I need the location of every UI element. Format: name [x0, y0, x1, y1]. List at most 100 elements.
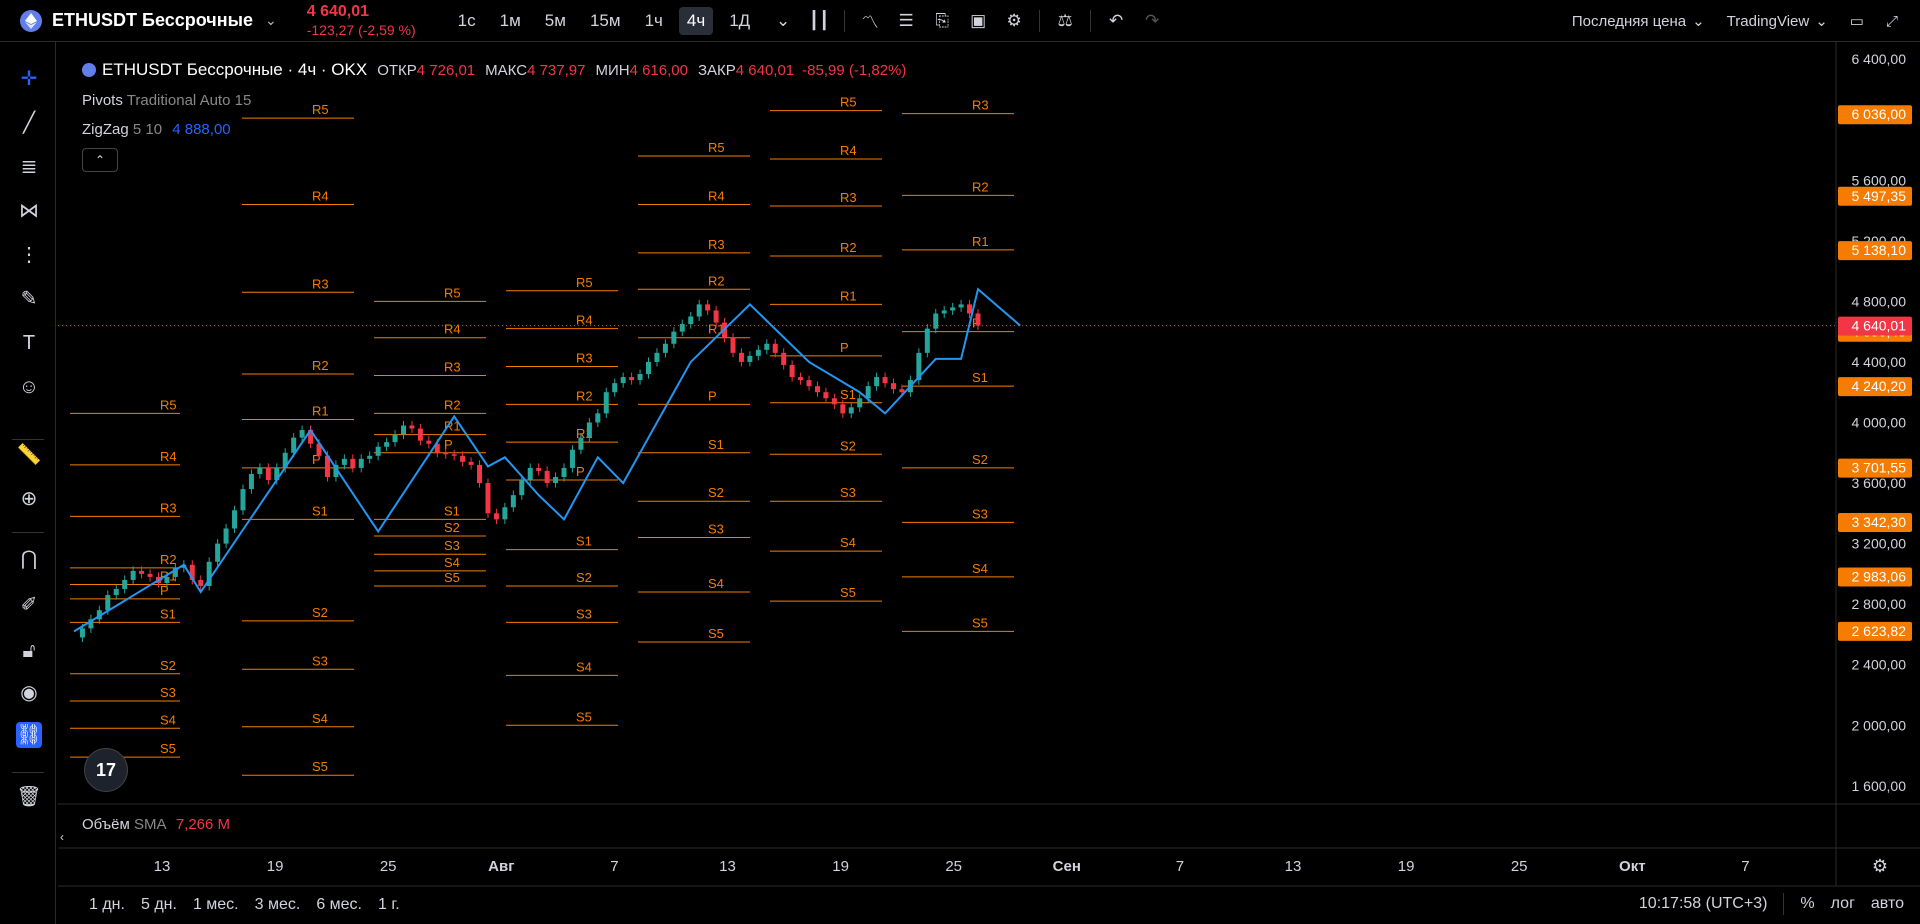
candle-body — [350, 458, 356, 468]
pivot-label-R3: R3 — [840, 190, 857, 205]
link-icon[interactable]: ⛓ — [16, 722, 42, 748]
lock-icon[interactable]: 🔓︎ — [16, 638, 42, 664]
volume-legend[interactable]: Объём SMA 7,266 M — [82, 816, 230, 833]
candle-body — [950, 307, 956, 311]
candle-body — [232, 510, 238, 529]
ruler-icon[interactable]: 📏 — [16, 442, 42, 468]
pivots-indicator[interactable]: Pivots Traditional Auto 15 — [82, 92, 251, 109]
undo-icon[interactable]: ↶ — [1105, 11, 1127, 31]
range-2[interactable]: 1 мес. — [193, 896, 239, 914]
candle-body — [612, 383, 618, 393]
clock[interactable]: 10:17:58 (UTC+3) — [1639, 895, 1768, 913]
fib-icon[interactable]: ≣ — [16, 154, 42, 180]
timeframe-5[interactable]: 4ч — [678, 6, 714, 35]
broker-select[interactable]: TradingView — [1727, 13, 1810, 30]
price-marker-label: 6 036,00 — [1852, 106, 1907, 122]
candle-body — [147, 573, 153, 577]
forecast-icon[interactable]: ⋮ — [16, 242, 42, 268]
candle-body — [578, 437, 584, 450]
timeframe-6[interactable]: 1Д — [721, 7, 758, 35]
pivot-label-R2: R2 — [312, 358, 329, 373]
brush-icon[interactable]: ✎ — [16, 286, 42, 312]
draw-mode-icon[interactable]: ✐ — [16, 592, 42, 618]
chart-svg[interactable]: R5R4R3R2R1PS1S2S3S4S5R5R4R3R2R1PS1S2S3S4… — [0, 0, 1920, 924]
candle-body — [738, 352, 744, 362]
timeframe-0[interactable]: 1с — [450, 7, 484, 35]
chevron-down-icon[interactable]: ⌄ — [1692, 12, 1705, 30]
range-1[interactable]: 5 дн. — [141, 896, 177, 914]
pivot-label-S4: S4 — [444, 555, 460, 570]
price-marker-label: 3 701,55 — [1852, 460, 1907, 476]
trend-line-icon[interactable]: ╱ — [16, 110, 42, 136]
pivot-label-S5: S5 — [312, 759, 328, 774]
timeframe-dropdown-icon[interactable]: ⌄ — [772, 11, 794, 31]
candle-body — [519, 480, 525, 496]
candle-body — [874, 377, 880, 387]
percent-toggle[interactable]: % — [1800, 895, 1814, 913]
timeframe-4[interactable]: 1ч — [637, 7, 671, 35]
redo-icon[interactable]: ↷ — [1141, 11, 1163, 31]
range-5[interactable]: 1 г. — [378, 896, 400, 914]
candle-body — [857, 398, 863, 408]
timeframe-3[interactable]: 15м — [582, 7, 629, 35]
close-value: 4 640,01 — [735, 61, 795, 79]
candle-body — [299, 430, 305, 438]
magnet-icon[interactable]: ⋂ — [16, 546, 42, 572]
timeframe-2[interactable]: 5м — [537, 7, 574, 35]
close-label: ЗАКР — [697, 61, 736, 79]
divider — [1039, 9, 1041, 32]
gear-icon[interactable]: ⚙ — [1003, 11, 1025, 31]
chevron-down-icon[interactable]: ⌄ — [265, 12, 277, 29]
candle-body — [924, 328, 930, 353]
range-4[interactable]: 6 мес. — [316, 896, 362, 914]
zigzag-indicator[interactable]: ZigZag 5 10 4 888,00 — [82, 121, 231, 138]
log-toggle[interactable]: лог — [1831, 895, 1855, 913]
candle-body — [688, 316, 694, 325]
indicators-chart-icon[interactable]: 〽 — [859, 8, 881, 33]
alert-icon[interactable]: ⎘ — [931, 11, 953, 31]
pattern-icon[interactable]: ⋈ — [16, 198, 42, 224]
range-3[interactable]: 3 мес. — [255, 896, 301, 914]
candle-body — [586, 422, 592, 438]
candle-body — [814, 386, 820, 393]
collapse-legend-button[interactable]: ⌃ — [82, 148, 118, 172]
low-value: 4 616,00 — [629, 61, 688, 79]
legend-title[interactable]: ETHUSDT Бессрочные · 4ч · OKX — [102, 60, 367, 80]
auto-toggle[interactable]: авто — [1871, 895, 1904, 913]
candles-icon[interactable]: ┃┃ — [808, 11, 830, 31]
symbol-name[interactable]: ETHUSDT Бессрочные — [52, 10, 253, 31]
replay-icon[interactable]: ▣ — [967, 11, 989, 31]
compare-icon[interactable]: ⚖ — [1054, 11, 1076, 31]
zigzag-params: 5 10 — [132, 121, 163, 138]
y-tick-label: 2 800,00 — [1852, 596, 1907, 612]
candle-body — [882, 377, 888, 384]
pivot-label-R4: R4 — [444, 322, 461, 337]
candle-body — [569, 449, 575, 468]
list-icon[interactable]: ☰ — [895, 11, 917, 31]
eye-icon[interactable]: ◉ — [16, 680, 42, 706]
emoji-icon[interactable]: ☺ — [16, 374, 42, 400]
candle-body — [772, 343, 778, 353]
layout-icon[interactable]: ▭ — [1850, 12, 1864, 30]
tradingview-logo-icon[interactable]: 17 — [84, 748, 128, 792]
candle-body — [662, 343, 668, 353]
price-type-select[interactable]: Последняя цена — [1572, 13, 1686, 30]
candle-body — [426, 440, 432, 444]
timeframe-1[interactable]: 1м — [492, 7, 529, 35]
pivot-label-P: P — [708, 388, 717, 403]
text-icon[interactable]: T — [16, 330, 42, 356]
crosshair-icon[interactable]: ✛ — [16, 66, 42, 92]
fullscreen-icon[interactable]: ⤢ — [1886, 13, 1898, 30]
range-0[interactable]: 1 дн. — [89, 896, 125, 914]
zoom-icon[interactable]: ⊕ — [16, 486, 42, 512]
pivot-label-R2: R2 — [972, 179, 989, 194]
pivot-label-R4: R4 — [840, 143, 857, 158]
candle-body — [113, 589, 119, 596]
candle-body — [451, 454, 457, 456]
chevron-down-icon[interactable]: ⌄ — [1815, 12, 1828, 30]
pivot-label-S4: S4 — [840, 535, 856, 550]
pivot-label-S4: S4 — [972, 561, 988, 576]
trash-icon[interactable]: 🗑︎ — [16, 784, 42, 810]
candle-body — [527, 467, 533, 481]
collapse-arrow-icon[interactable]: ‹ — [56, 824, 68, 850]
